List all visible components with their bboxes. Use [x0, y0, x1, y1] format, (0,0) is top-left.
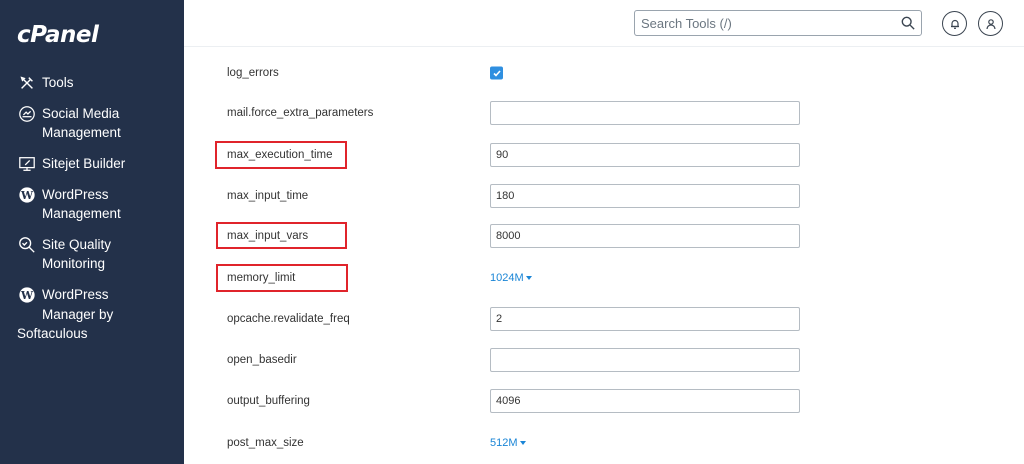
wordpress-icon: W [17, 185, 37, 205]
bell-icon [950, 19, 959, 29]
setting-name: open_basedir [227, 354, 297, 366]
setting-row-mail-force-extra-parameters: mail.force_extra_parameters [184, 93, 1024, 133]
sidebar-item-label: WordPress Management [42, 187, 121, 221]
highlight-box-max-execution-time [215, 141, 347, 169]
mail-force-extra-parameters-input[interactable] [490, 101, 800, 125]
sidebar-item-label: WordPress [42, 287, 109, 302]
output-buffering-input[interactable] [490, 389, 800, 413]
sitejet-icon [17, 154, 37, 174]
search-input[interactable] [641, 13, 891, 33]
sidebar-item-label: Softaculous [17, 326, 88, 341]
sidebar-item-label: Sitejet Builder [42, 156, 126, 171]
setting-row-max-input-time: max_input_time [184, 176, 1024, 216]
dropdown-value: 1024M [490, 272, 524, 284]
sidebar-item-sitejet[interactable]: Sitejet Builder [17, 154, 125, 174]
sidebar: cPanel Tools Social Media Management Sit… [0, 0, 184, 464]
search-box[interactable] [634, 10, 922, 36]
setting-name: output_buffering [227, 395, 310, 407]
dropdown-value: 512M [490, 437, 518, 449]
sidebar-item-label: Site Quality Monitoring [42, 237, 112, 271]
opcache-revalidate-freq-input[interactable] [490, 307, 800, 331]
sidebar-item-label: Tools [42, 75, 74, 90]
setting-row-opcache-revalidate-freq: opcache.revalidate_freq [184, 299, 1024, 339]
highlight-box-max-input-vars [216, 222, 347, 249]
log-errors-checkbox[interactable] [490, 66, 503, 80]
user-menu-button[interactable] [978, 11, 1003, 36]
svg-text:W: W [20, 189, 34, 202]
sidebar-item-label: Manager by [42, 307, 114, 322]
setting-name: mail.force_extra_parameters [227, 107, 374, 119]
search-icon[interactable] [901, 16, 915, 30]
social-media-icon [17, 104, 37, 124]
max-input-vars-input[interactable] [490, 224, 800, 248]
highlight-box-memory-limit [216, 264, 348, 292]
sidebar-item-wordpress-softaculous[interactable]: W WordPress Manager by Softaculous [17, 285, 113, 343]
sidebar-item-label: Social Media Management [42, 106, 121, 140]
svg-text:W: W [20, 289, 34, 302]
setting-row-log-errors: log_errors [184, 53, 1024, 93]
wordpress-icon: W [17, 285, 37, 305]
setting-row-output-buffering: output_buffering [184, 381, 1024, 421]
sidebar-item-tools[interactable]: Tools [17, 73, 74, 93]
setting-name: opcache.revalidate_freq [227, 313, 350, 325]
notifications-button[interactable] [942, 11, 967, 36]
cpanel-logo[interactable]: cPanel [17, 22, 99, 48]
memory-limit-dropdown[interactable]: 1024M [490, 272, 532, 284]
max-execution-time-input[interactable] [490, 143, 800, 167]
caret-down-icon [519, 441, 526, 446]
tools-icon [17, 73, 37, 93]
user-icon [985, 18, 996, 29]
sidebar-item-site-quality[interactable]: Site Quality Monitoring [17, 235, 111, 273]
setting-name: max_input_time [227, 190, 309, 202]
setting-name: post_max_size [227, 437, 304, 449]
open-basedir-input[interactable] [490, 348, 800, 372]
caret-down-icon [525, 276, 532, 281]
setting-row-post-max-size: post_max_size 512M [184, 423, 1024, 463]
top-header [184, 0, 1024, 47]
setting-name: log_errors [227, 67, 279, 79]
site-quality-icon [17, 235, 37, 255]
post-max-size-dropdown[interactable]: 512M [490, 437, 526, 449]
sidebar-item-wordpress-management[interactable]: W WordPress Management [17, 185, 121, 223]
max-input-time-input[interactable] [490, 184, 800, 208]
checkmark-icon [492, 69, 501, 77]
sidebar-item-social-media[interactable]: Social Media Management [17, 104, 121, 142]
setting-row-open-basedir: open_basedir [184, 340, 1024, 380]
